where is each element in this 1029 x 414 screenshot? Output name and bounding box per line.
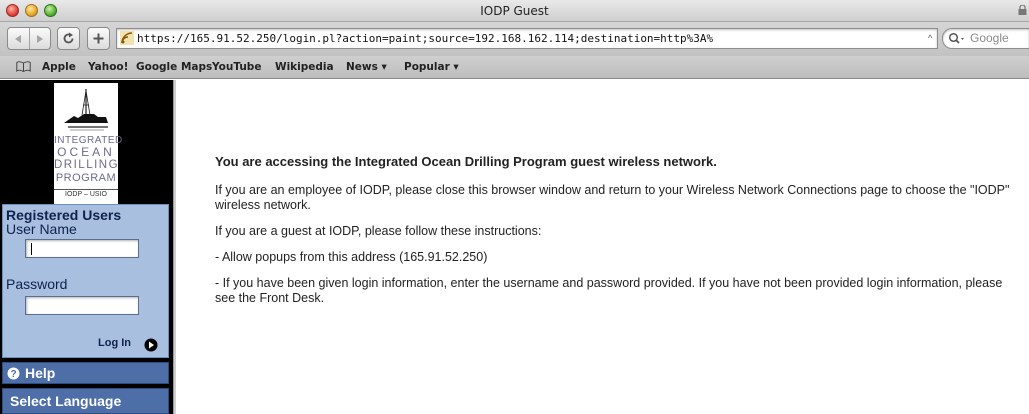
bookmark-wikipedia[interactable]: Wikipedia: [275, 61, 334, 73]
iodp-logo: INTEGRATED OCEAN DRILLING PROGRAM IODP –…: [54, 83, 122, 204]
employee-instructions: If you are an employee of IODP, please c…: [215, 183, 1010, 212]
book-icon[interactable]: [16, 61, 31, 72]
logo-line-2: OCEAN: [57, 145, 115, 159]
page-heading: You are accessing the Integrated Ocean D…: [215, 154, 717, 169]
svg-text:?: ?: [10, 369, 16, 380]
text-caret: [31, 243, 32, 255]
help-question-icon: ?: [7, 367, 20, 380]
popup-instruction: - Allow popups from this address (165.91…: [215, 250, 488, 264]
username-label: User Name: [6, 221, 77, 237]
forward-arrow-icon: [36, 34, 43, 43]
help-label: Help: [25, 365, 56, 381]
help-link[interactable]: ? Help: [2, 362, 169, 384]
select-language-menu[interactable]: Select Language: [2, 388, 169, 414]
sidebar: INTEGRATED OCEAN DRILLING PROGRAM IODP –…: [0, 80, 173, 414]
bookmark-apple[interactable]: Apple: [42, 61, 76, 73]
bookmark-news-menu[interactable]: News ▾: [346, 61, 387, 73]
logo-line-3: DRILLING: [54, 159, 120, 171]
drill-ship-icon: [64, 89, 108, 131]
bookmark-google-maps[interactable]: Google Maps: [136, 61, 212, 73]
go-arrow-icon[interactable]: [144, 338, 158, 352]
logo-line-4: PROGRAM: [55, 172, 117, 184]
bookmark-yahoo[interactable]: Yahoo!: [88, 61, 128, 73]
logo-caption: IODP – USIO: [54, 189, 118, 198]
username-input[interactable]: [25, 239, 139, 258]
search-icon: [948, 32, 964, 44]
bookmark-popular-menu[interactable]: Popular ▾: [404, 61, 459, 73]
password-input[interactable]: [25, 296, 139, 315]
search-field[interactable]: Google: [942, 28, 1029, 49]
address-text: https://165.91.52.250/login.pl?action=pa…: [137, 32, 714, 45]
site-favicon-icon: [120, 31, 134, 45]
back-button[interactable]: [8, 28, 30, 49]
main-content: You are accessing the Integrated Ocean D…: [215, 154, 1015, 317]
reload-button[interactable]: [57, 27, 80, 50]
search-placeholder: Google: [970, 31, 1009, 45]
guest-intro: If you are a guest at IODP, please follo…: [215, 224, 542, 238]
select-language-label: Select Language: [10, 393, 122, 409]
add-bookmark-button[interactable]: [87, 27, 110, 50]
bookmarks-bar: Apple Yahoo! Google Maps YouTube Wikiped…: [0, 56, 1029, 79]
password-label: Password: [6, 276, 68, 292]
login-panel: Registered Users User Name Password Log …: [2, 204, 169, 358]
url-history-chevron-icon[interactable]: ^: [928, 33, 932, 43]
login-button[interactable]: Log In: [98, 337, 131, 349]
forward-button[interactable]: [30, 28, 51, 49]
plus-icon: [93, 33, 104, 44]
back-arrow-icon: [15, 34, 22, 43]
bookmark-youtube[interactable]: YouTube: [212, 61, 261, 73]
back-forward-group: [7, 27, 51, 50]
frame-divider[interactable]: [173, 80, 176, 414]
reload-icon: [63, 32, 74, 44]
lock-icon: [1018, 5, 1027, 15]
window-title: IODP Guest: [480, 4, 549, 18]
window-title-bar: IODP Guest: [0, 0, 1029, 22]
login-instruction: - If you have been given login informati…: [215, 276, 1003, 305]
address-bar[interactable]: https://165.91.52.250/login.pl?action=pa…: [116, 28, 938, 49]
browser-toolbar: https://165.91.52.250/login.pl?action=pa…: [0, 22, 1029, 56]
